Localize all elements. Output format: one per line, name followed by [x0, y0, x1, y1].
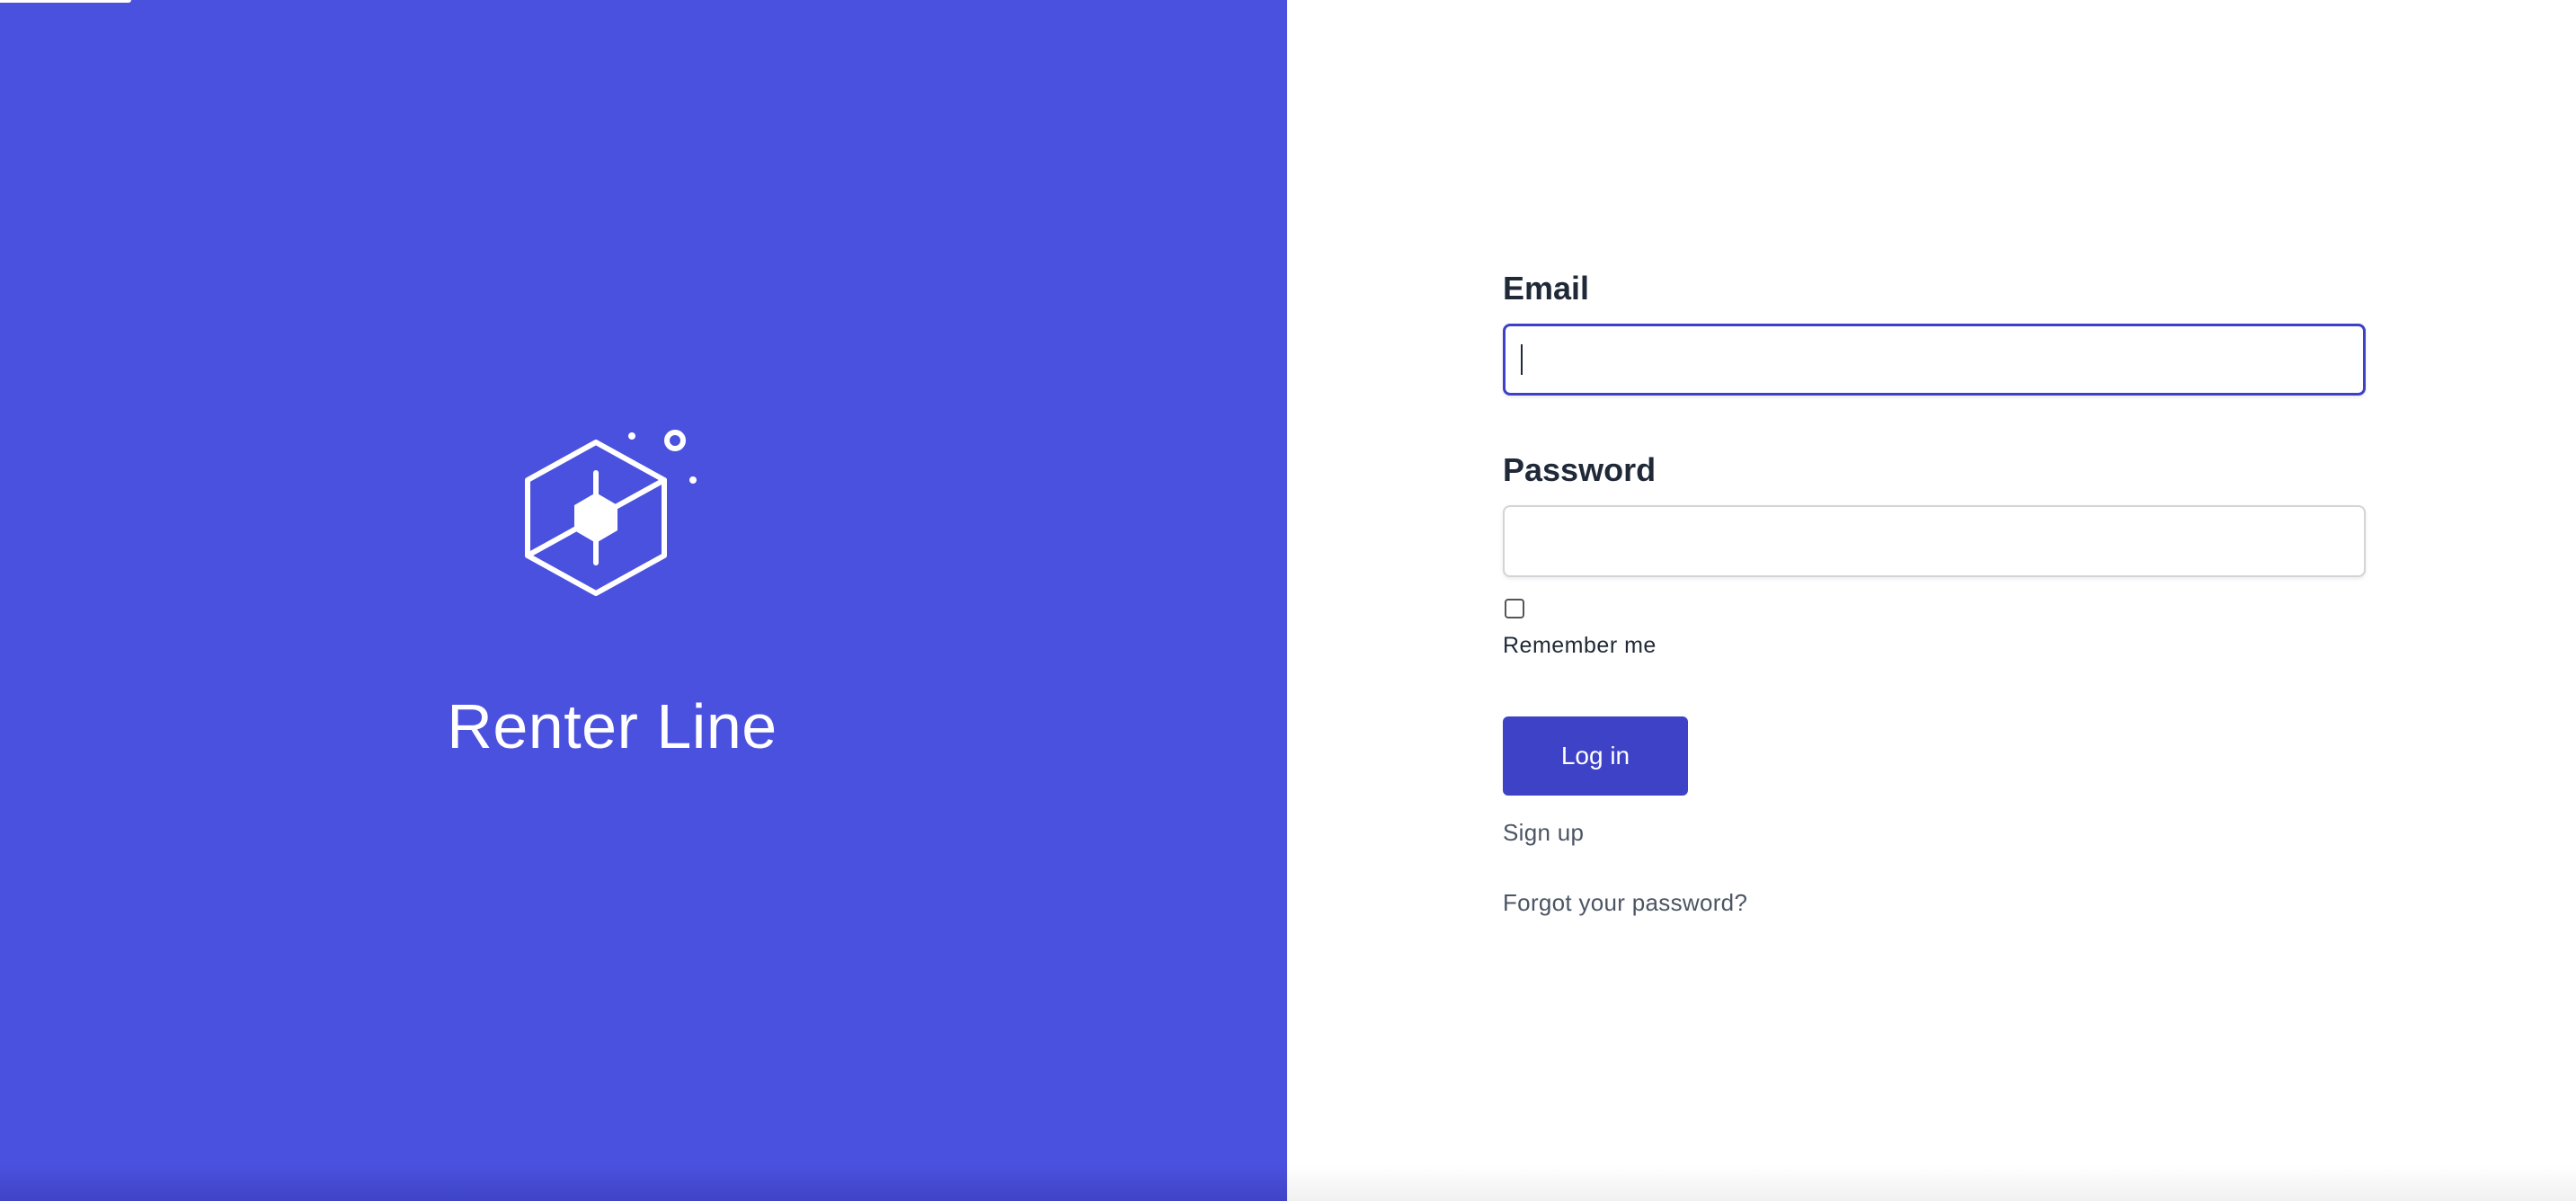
- brand-title: Renter Line: [447, 691, 777, 761]
- corner-tab: [0, 0, 131, 3]
- form-panel: Email Password Remember me Log in Sign u…: [1287, 0, 2576, 1201]
- signup-link[interactable]: Sign up: [1503, 819, 2366, 847]
- email-label: Email: [1503, 270, 1590, 307]
- hexagon-cube-logo-icon: [525, 430, 697, 596]
- login-button[interactable]: Log in: [1503, 716, 1688, 796]
- email-input[interactable]: [1503, 324, 2366, 396]
- brand-panel: Renter Line: [0, 0, 1287, 1201]
- forgot-password-link[interactable]: Forgot your password?: [1503, 889, 2366, 917]
- remember-me-label[interactable]: Remember me: [1503, 633, 2366, 659]
- login-form: Email Password Remember me Log in Sign u…: [1503, 270, 2366, 917]
- text-caret: [1521, 344, 1523, 375]
- password-group: Password: [1503, 451, 2366, 577]
- login-page: Renter Line Email Password Remember me L…: [0, 0, 2576, 1201]
- remember-me-checkbox[interactable]: [1505, 599, 1524, 618]
- password-input[interactable]: [1503, 505, 2366, 577]
- password-label: Password: [1503, 451, 1657, 488]
- remember-me: Remember me: [1503, 599, 2366, 659]
- email-group: Email: [1503, 270, 2366, 396]
